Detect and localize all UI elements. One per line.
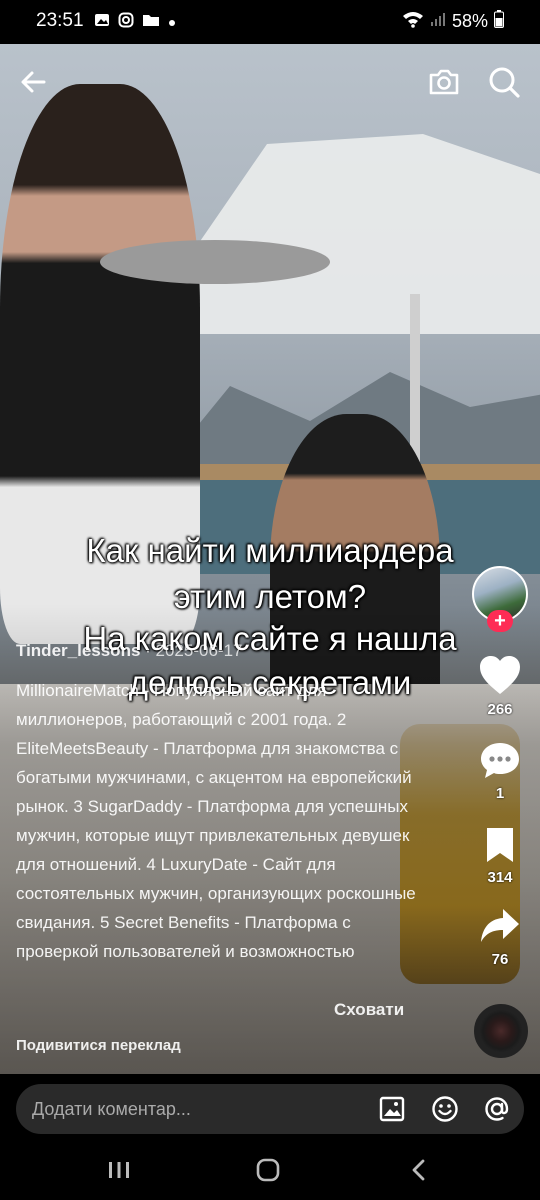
bookmark-icon[interactable]: [483, 826, 517, 864]
post-author-line[interactable]: Tinder_lessons · 2025-06-17: [16, 641, 242, 661]
camera-icon[interactable]: [424, 62, 464, 102]
heart-icon[interactable]: [478, 654, 522, 696]
like-count: 266: [487, 701, 513, 718]
home-icon[interactable]: [253, 1156, 283, 1184]
comment-bar[interactable]: Додати коментар...: [16, 1084, 524, 1134]
comment-input[interactable]: Додати коментар...: [32, 1099, 191, 1120]
gallery-notification-icon: [94, 12, 110, 33]
battery-percent: 58%: [451, 11, 488, 31]
music-disc[interactable]: [474, 1004, 528, 1058]
post-description[interactable]: MillionaireMatch - Популярный сайт для м…: [16, 676, 416, 966]
back-arrow-icon[interactable]: [14, 62, 54, 102]
notification-icons: [94, 12, 176, 33]
post-date: · 2025-06-17: [140, 641, 243, 660]
status-bar: 23:51 58%: [0, 0, 540, 44]
dot-notification-icon: [168, 14, 176, 32]
tray-shape: [100, 240, 330, 284]
folder-notification-icon: [142, 12, 160, 33]
comment-count: 1: [495, 785, 505, 802]
system-nav-bar: [0, 1140, 540, 1200]
mention-icon[interactable]: [483, 1095, 511, 1123]
author-name[interactable]: Tinder_lessons: [16, 641, 140, 660]
video-caption-line-2: этим летом?: [173, 578, 367, 615]
share-count: 76: [491, 951, 509, 968]
status-time: 23:51: [36, 10, 84, 31]
comment-icon[interactable]: [479, 740, 521, 780]
image-icon[interactable]: [378, 1095, 406, 1123]
battery-icon: [494, 10, 504, 33]
system-status: 58%: [402, 10, 504, 33]
save-action[interactable]: 314: [470, 826, 530, 886]
signal-icon: [430, 11, 446, 32]
save-count: 314: [487, 869, 513, 886]
hide-description-button[interactable]: Сховати: [334, 1000, 404, 1020]
back-icon[interactable]: [404, 1156, 434, 1184]
video-caption-line-1: Как найти миллиардера: [86, 532, 454, 569]
umbrella-shape: [150, 134, 540, 334]
see-translation-link[interactable]: Подивитися переклад: [16, 1037, 181, 1054]
comment-action[interactable]: 1: [470, 740, 530, 802]
wifi-icon: [402, 10, 424, 33]
share-action[interactable]: 76: [470, 906, 530, 968]
recent-apps-icon[interactable]: [104, 1156, 134, 1184]
follow-button[interactable]: +: [487, 610, 513, 632]
instagram-notification-icon: [118, 12, 134, 33]
emoji-icon[interactable]: [431, 1095, 459, 1123]
share-icon[interactable]: [479, 906, 521, 946]
like-action[interactable]: 266: [470, 654, 530, 718]
search-icon[interactable]: [484, 62, 524, 102]
